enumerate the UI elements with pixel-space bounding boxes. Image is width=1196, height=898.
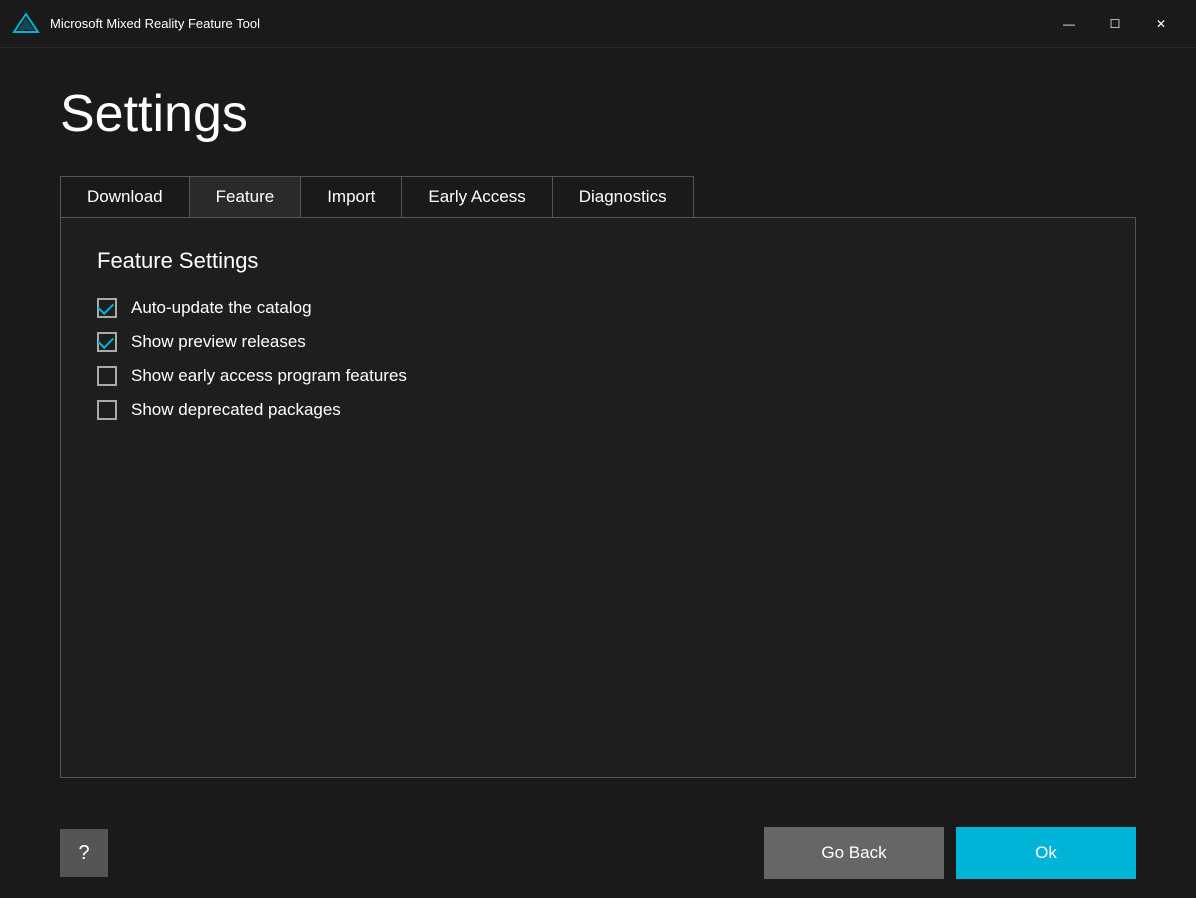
show-preview-label: Show preview releases bbox=[131, 332, 306, 352]
auto-update-label: Auto-update the catalog bbox=[131, 298, 312, 318]
deprecated-checkbox[interactable] bbox=[97, 400, 117, 420]
tab-feature[interactable]: Feature bbox=[190, 177, 302, 217]
auto-update-checkbox[interactable] bbox=[97, 298, 117, 318]
tab-early-access[interactable]: Early Access bbox=[402, 177, 552, 217]
page-title: Settings bbox=[60, 88, 1136, 140]
deprecated-label: Show deprecated packages bbox=[131, 400, 341, 420]
tab-import[interactable]: Import bbox=[301, 177, 402, 217]
feature-panel: Feature Settings Auto-update the catalog… bbox=[60, 217, 1136, 778]
tab-diagnostics[interactable]: Diagnostics bbox=[553, 177, 693, 217]
app-title: Microsoft Mixed Reality Feature Tool bbox=[50, 16, 1046, 31]
checkbox-deprecated: Show deprecated packages bbox=[97, 400, 1099, 420]
footer-right: Go Back Ok bbox=[764, 827, 1136, 879]
maximize-button[interactable]: ☐ bbox=[1092, 8, 1138, 40]
tab-download[interactable]: Download bbox=[61, 177, 190, 217]
go-back-button[interactable]: Go Back bbox=[764, 827, 944, 879]
early-access-checkbox[interactable] bbox=[97, 366, 117, 386]
tab-bar: Download Feature Import Early Access Dia… bbox=[60, 176, 694, 217]
footer-left: ? bbox=[60, 829, 108, 877]
checkbox-show-preview: Show preview releases bbox=[97, 332, 1099, 352]
close-button[interactable]: ✕ bbox=[1138, 8, 1184, 40]
panel-title: Feature Settings bbox=[97, 248, 1099, 274]
titlebar: Microsoft Mixed Reality Feature Tool — ☐… bbox=[0, 0, 1196, 48]
footer: ? Go Back Ok bbox=[0, 808, 1196, 898]
checkbox-early-access: Show early access program features bbox=[97, 366, 1099, 386]
app-icon bbox=[12, 10, 40, 38]
checkbox-auto-update: Auto-update the catalog bbox=[97, 298, 1099, 318]
help-button[interactable]: ? bbox=[60, 829, 108, 877]
ok-button[interactable]: Ok bbox=[956, 827, 1136, 879]
main-content: Settings Download Feature Import Early A… bbox=[0, 48, 1196, 808]
minimize-button[interactable]: — bbox=[1046, 8, 1092, 40]
window-controls: — ☐ ✕ bbox=[1046, 8, 1184, 40]
show-preview-checkbox[interactable] bbox=[97, 332, 117, 352]
early-access-label: Show early access program features bbox=[131, 366, 407, 386]
